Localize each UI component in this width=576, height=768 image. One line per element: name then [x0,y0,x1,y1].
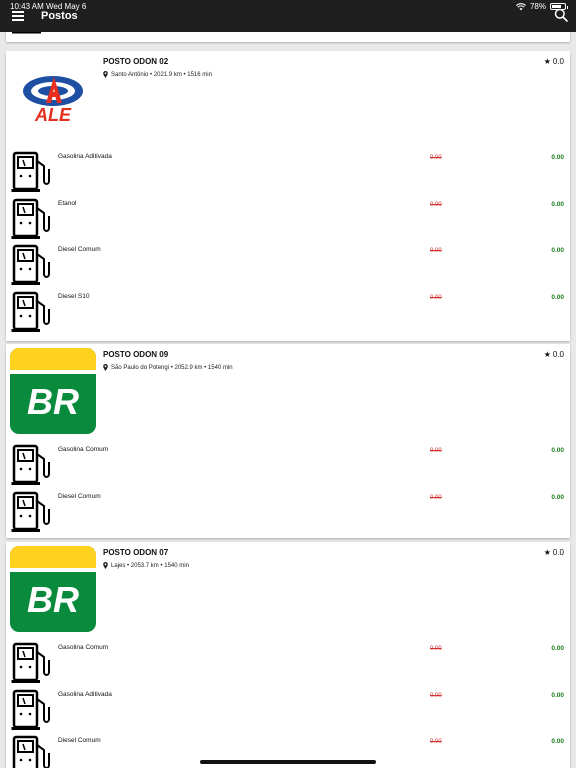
fuel-name: Gasolina Comum [58,446,109,453]
rating-value: 0.0 [552,57,564,66]
station-card[interactable]: BR POSTO ODON 07 Lajes • 2053.7 km • 154… [6,542,570,768]
fuel-pump-icon [11,244,50,285]
fuel-old-price: 0.00 [430,646,442,652]
fuel-row: Gasolina Aditivada 0.00 0.00 [6,685,570,732]
station-name: POSTO ODON 07 [103,548,169,557]
station-header: BR POSTO ODON 09 São Paulo do Potengi • … [6,344,570,440]
location-pin-icon [103,562,108,569]
fuel-pump-icon [11,151,50,192]
fuel-price: 0.00 [551,154,564,161]
search-icon[interactable] [554,8,568,22]
station-location: Lajes • 2053.7 km • 1540 min [103,562,189,569]
menu-button[interactable] [12,11,24,21]
fuel-name: Diesel S10 [58,292,90,300]
fuel-old-price: 0.00 [430,448,442,454]
fuel-name: Etanol [58,199,77,207]
location-pin-icon [103,364,108,371]
fuel-old-price: 0.00 [430,739,442,745]
fuel-row: Diesel Comum 0.00 0.00 [6,487,570,534]
station-card[interactable]: ALE POSTO ODON 02 Santo Antônio • 2021.9… [6,51,570,341]
station-name: POSTO ODON 09 [103,350,169,359]
home-indicator[interactable] [200,760,376,764]
station-name: POSTO ODON 02 [103,57,169,66]
fuel-name: Gasolina Aditivada [58,153,112,160]
rating-value: 0.0 [552,350,564,359]
star-icon: ★ [543,57,551,66]
station-header: ALE POSTO ODON 02 Santo Antônio • 2021.9… [6,51,570,147]
location-pin-icon [103,71,108,78]
fuel-row: Etanol 0.00 0.00 [6,194,570,241]
app-header: 10:43 AM Wed May 6 78% Postos [0,0,576,32]
fuel-row: Diesel S10 0.00 0.00 [6,287,570,334]
fuel-price: 0.00 [551,200,564,208]
battery-percent: 78% [529,2,546,11]
station-location: São Paulo do Potengi • 2052.9 km • 1540 … [103,364,233,371]
fuel-row: Gasolina Comum 0.00 0.00 [6,638,570,685]
fuel-price: 0.00 [551,691,564,699]
station-card[interactable]: BR POSTO ODON 09 São Paulo do Potengi • … [6,344,570,538]
station-rating: ★ 0.0 [544,548,564,557]
fuel-row: Gasolina Comum 0.00 0.00 [6,440,570,487]
star-icon: ★ [543,350,551,359]
fuel-old-price: 0.00 [430,248,442,254]
station-rating: ★ 0.0 [544,350,564,359]
fuel-old-price: 0.00 [430,201,442,208]
hamburger-icon [12,11,24,13]
fuel-pump-icon [11,689,50,730]
fuel-old-price: 0.00 [430,692,442,699]
svg-text:ALE: ALE [34,105,72,125]
fuel-pump-icon [11,291,50,332]
ale-logo: ALE [23,76,83,125]
station-location-text: Lajes • 2053.7 km • 1540 min [111,562,189,569]
br-logo: BR [10,348,96,434]
fuel-name: Diesel Comum [58,492,101,500]
fuel-name: Gasolina Comum [58,644,109,651]
svg-text:BR: BR [27,381,79,422]
fuel-pump-icon [11,444,50,485]
station-location: Santo Antônio • 2021.9 km • 1516 min [103,71,212,78]
station-location-text: São Paulo do Potengi • 2052.9 km • 1540 … [111,364,233,371]
fuel-name: Gasolina Aditivada [58,690,112,698]
station-header: BR POSTO ODON 07 Lajes • 2053.7 km • 154… [6,542,570,638]
rating-value: 0.0 [552,548,564,557]
fuel-row: Gasolina Aditivada 0.00 0.00 [6,147,570,194]
fuel-name: Diesel Comum [58,737,101,744]
page-title: Postos [41,10,78,22]
wifi-icon [516,2,526,10]
fuel-price: 0.00 [551,293,564,301]
svg-text:BR: BR [27,579,79,620]
fuel-name: Diesel Comum [58,246,101,253]
fuel-price: 0.00 [551,447,564,454]
star-icon: ★ [543,548,551,557]
fuel-price: 0.00 [551,645,564,652]
fuel-pump-icon [12,735,50,768]
fuel-old-price: 0.00 [430,155,442,161]
br-logo: BR [10,546,96,632]
fuel-pump-icon [11,491,50,532]
station-location-text: Santo Antônio • 2021.9 km • 1516 min [111,71,212,78]
fuel-pump-icon [11,642,50,683]
fuel-price: 0.00 [551,247,564,254]
fuel-old-price: 0.00 [430,494,442,501]
fuel-price: 0.00 [551,738,564,745]
fuel-row: Diesel Comum 0.00 0.00 [6,240,570,287]
fuel-pump-icon [11,198,50,239]
fuel-old-price: 0.00 [430,294,442,301]
fuel-price: 0.00 [551,493,564,501]
station-rating: ★ 0.0 [544,57,564,66]
